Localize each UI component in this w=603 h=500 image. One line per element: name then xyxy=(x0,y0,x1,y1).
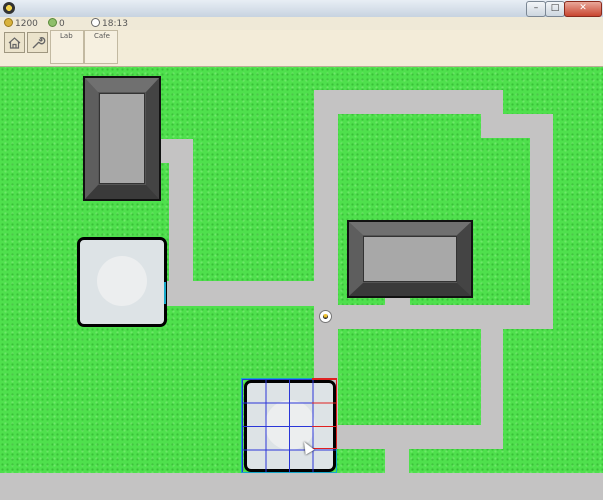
road xyxy=(163,281,337,306)
road xyxy=(314,305,553,329)
money-value: 1200 xyxy=(15,19,38,29)
coin-icon xyxy=(4,18,13,27)
wrench-tool-button[interactable] xyxy=(27,32,48,53)
building[interactable] xyxy=(83,76,161,201)
map-marker-icon[interactable] xyxy=(319,310,332,323)
wrench-icon xyxy=(32,37,46,49)
empty-plot[interactable] xyxy=(77,237,167,327)
road xyxy=(314,90,503,114)
population-value: 0 xyxy=(59,19,65,29)
time-stat: 18:13 xyxy=(91,18,128,29)
money-stat: 1200 xyxy=(4,18,38,29)
placement-invalid-column xyxy=(312,378,337,449)
road xyxy=(530,114,553,329)
tab-label: Lab xyxy=(60,32,73,40)
building[interactable] xyxy=(347,220,473,298)
app-icon xyxy=(3,2,15,14)
status-bar: 1200 0 18:13 xyxy=(0,17,603,31)
time-value: 18:13 xyxy=(102,19,128,29)
clock-icon xyxy=(91,18,100,27)
tab-label: Cafe xyxy=(94,32,110,40)
tab-cafe[interactable]: Cafe xyxy=(84,30,118,64)
tab-lab[interactable]: Lab xyxy=(50,30,84,64)
population-stat: 0 xyxy=(48,18,65,29)
person-icon xyxy=(48,18,57,27)
road xyxy=(330,425,503,449)
home-icon xyxy=(8,37,21,49)
close-button[interactable]: ✕ xyxy=(564,1,602,17)
road xyxy=(314,90,338,306)
plot-connector xyxy=(164,282,166,304)
minimize-button[interactable]: – xyxy=(526,1,546,17)
game-map[interactable] xyxy=(0,67,603,500)
toolbar: Lab Cafe xyxy=(0,30,603,67)
maximize-button[interactable]: □ xyxy=(545,1,565,17)
title-bar: – □ ✕ xyxy=(0,0,603,18)
road xyxy=(0,473,603,500)
home-tool-button[interactable] xyxy=(4,32,25,53)
